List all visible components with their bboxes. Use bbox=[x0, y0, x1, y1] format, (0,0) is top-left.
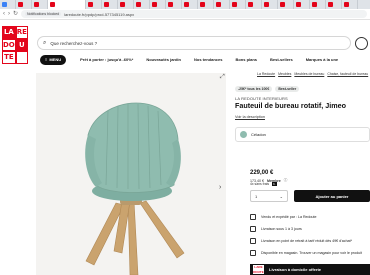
banner-text: Livraison à domicile offerte bbox=[269, 267, 322, 272]
browser-tab[interactable] bbox=[118, 0, 134, 9]
browser-tab[interactable] bbox=[310, 0, 326, 9]
info-row: Livraison en point de retrait à tarif ré… bbox=[250, 235, 370, 247]
promo-badge: -25€* tous les 100€ bbox=[235, 86, 273, 92]
info-row: Livraison sous 1 à 3 jours bbox=[250, 223, 370, 235]
chevron-down-icon[interactable]: ⌄ bbox=[280, 194, 283, 199]
search-placeholder: Que recherchez-vous ? bbox=[50, 40, 98, 46]
quantity-value: 1 bbox=[255, 193, 258, 199]
search-icon: ⌕ bbox=[43, 39, 47, 46]
browser-addressbar: ‹ › ↻ Notifications blocked laredoute.fr… bbox=[0, 9, 370, 20]
product-price: 229,00 € bbox=[250, 170, 274, 176]
breadcrumb: La Redoute Meubles Meubles de bureau Cha… bbox=[257, 72, 368, 76]
browser-tab[interactable] bbox=[230, 0, 246, 9]
color-label: Céladon bbox=[251, 132, 266, 137]
menu-item-pret-a-porter[interactable]: Prêt à porter : jusqu'à -60%* bbox=[80, 57, 133, 62]
info-text: Livraison sous 1 à 3 jours bbox=[261, 227, 302, 231]
klarna-row: 4x sans frais K. bbox=[250, 182, 277, 186]
browser-tab[interactable] bbox=[262, 0, 278, 9]
back-icon[interactable]: ‹ bbox=[3, 11, 5, 17]
klarna-icon: K. bbox=[272, 182, 277, 186]
promo-badges: -25€* tous les 100€ Best-seller bbox=[235, 86, 300, 92]
search-bar[interactable]: ⌕ Que recherchez-vous ? bbox=[37, 36, 351, 50]
logo-letters: RE bbox=[15, 26, 28, 39]
browser-tab[interactable] bbox=[246, 0, 262, 9]
logo-letters: LA bbox=[2, 26, 16, 39]
browser-tab[interactable] bbox=[342, 0, 358, 9]
notifications-blocked-badge[interactable]: Notifications blocked bbox=[25, 12, 62, 16]
see-description-link[interactable]: Voir la description bbox=[235, 115, 265, 119]
menu-item-nouveautes-jardin[interactable]: Nouveautés jardin bbox=[146, 57, 181, 62]
delivery-info: Vendu et expédié par : La Redoute Livrai… bbox=[250, 211, 370, 259]
breadcrumb-item[interactable]: Chaise, fauteuil de bureau bbox=[327, 72, 368, 76]
browser-tab[interactable] bbox=[182, 0, 198, 9]
browser-tab[interactable] bbox=[134, 0, 150, 9]
browser-tab-active[interactable] bbox=[48, 0, 86, 9]
breadcrumb-item[interactable]: Meubles bbox=[278, 72, 291, 76]
chair-illustration bbox=[85, 102, 185, 275]
forward-icon[interactable]: › bbox=[8, 11, 10, 17]
hamburger-icon: ≡ bbox=[45, 57, 48, 62]
info-text: Livraison en point de retrait à tarif ré… bbox=[261, 239, 352, 243]
breadcrumb-item[interactable]: La Redoute bbox=[257, 72, 275, 76]
info-row: Vendu et expédié par : La Redoute bbox=[250, 211, 370, 223]
info-text: Vendu et expédié par : La Redoute bbox=[261, 215, 317, 219]
browser-tab[interactable] bbox=[32, 0, 48, 9]
klarna-text: 4x sans frais bbox=[250, 182, 270, 186]
browser-tab[interactable] bbox=[150, 0, 166, 9]
product-title: Fauteuil de bureau rotatif, Jimeo bbox=[235, 101, 347, 110]
browser-tab[interactable] bbox=[294, 0, 310, 9]
main-menu-bar: ≡ MENU Prêt à porter : jusqu'à -60%* Nou… bbox=[0, 53, 370, 66]
expand-icon[interactable]: ⤢ bbox=[220, 74, 225, 81]
shop-icon bbox=[250, 250, 256, 256]
menu-item-bons-plans[interactable]: Bons plans bbox=[235, 57, 257, 62]
browser-tab[interactable] bbox=[0, 0, 16, 9]
best-seller-badge: Best-seller bbox=[275, 86, 300, 92]
menu-button[interactable]: ≡ MENU bbox=[40, 54, 67, 65]
color-selector[interactable]: Céladon bbox=[235, 127, 370, 142]
pickup-point-icon bbox=[250, 238, 256, 244]
store-icon bbox=[250, 214, 256, 220]
breadcrumb-item[interactable]: Meubles de bureau bbox=[294, 72, 324, 76]
browser-tabstrip bbox=[0, 0, 370, 9]
logo-letters: DO bbox=[2, 38, 16, 52]
info-text: Disponible en magasin. Trouver un magasi… bbox=[261, 251, 362, 255]
browser-tab[interactable] bbox=[326, 0, 342, 9]
color-swatch bbox=[240, 131, 247, 138]
la-redoute-mini-logo: LARE DOUTE bbox=[253, 265, 264, 274]
browser-tab[interactable] bbox=[16, 0, 32, 9]
product-image[interactable] bbox=[36, 73, 226, 275]
browser-tab[interactable] bbox=[102, 0, 118, 9]
truck-icon bbox=[250, 226, 256, 232]
browser-tab[interactable] bbox=[198, 0, 214, 9]
browser-tab[interactable] bbox=[214, 0, 230, 9]
next-image-icon[interactable]: › bbox=[219, 184, 221, 191]
logo-letters: U bbox=[15, 38, 28, 52]
add-to-cart-button[interactable]: Ajouter au panier bbox=[294, 190, 370, 202]
menu-item-marques[interactable]: Marques à la une bbox=[306, 57, 338, 62]
url-text: laredoute.fr/ppdp/prod-577345119.aspx bbox=[64, 11, 135, 17]
info-icon[interactable]: ⓘ bbox=[284, 178, 288, 183]
browser-tab[interactable] bbox=[278, 0, 294, 9]
menu-item-best-sellers[interactable]: Best-sellers bbox=[270, 57, 293, 62]
menu-button-label: MENU bbox=[49, 57, 62, 62]
menu-item-nos-tendances[interactable]: Nos tendances bbox=[194, 57, 222, 62]
browser-tab[interactable] bbox=[86, 0, 102, 9]
quantity-stepper[interactable]: 1 ⌄ bbox=[250, 190, 288, 202]
browser-tab[interactable] bbox=[166, 0, 182, 9]
url-field[interactable]: Notifications blocked laredoute.fr/ppdp/… bbox=[21, 10, 367, 18]
info-row: Disponible en magasin. Trouver un magasi… bbox=[250, 247, 370, 259]
account-icon[interactable] bbox=[355, 37, 368, 50]
free-delivery-banner[interactable]: LARE DOUTE Livraison à domicile offerte bbox=[250, 264, 370, 275]
reload-icon[interactable]: ↻ bbox=[13, 11, 18, 17]
